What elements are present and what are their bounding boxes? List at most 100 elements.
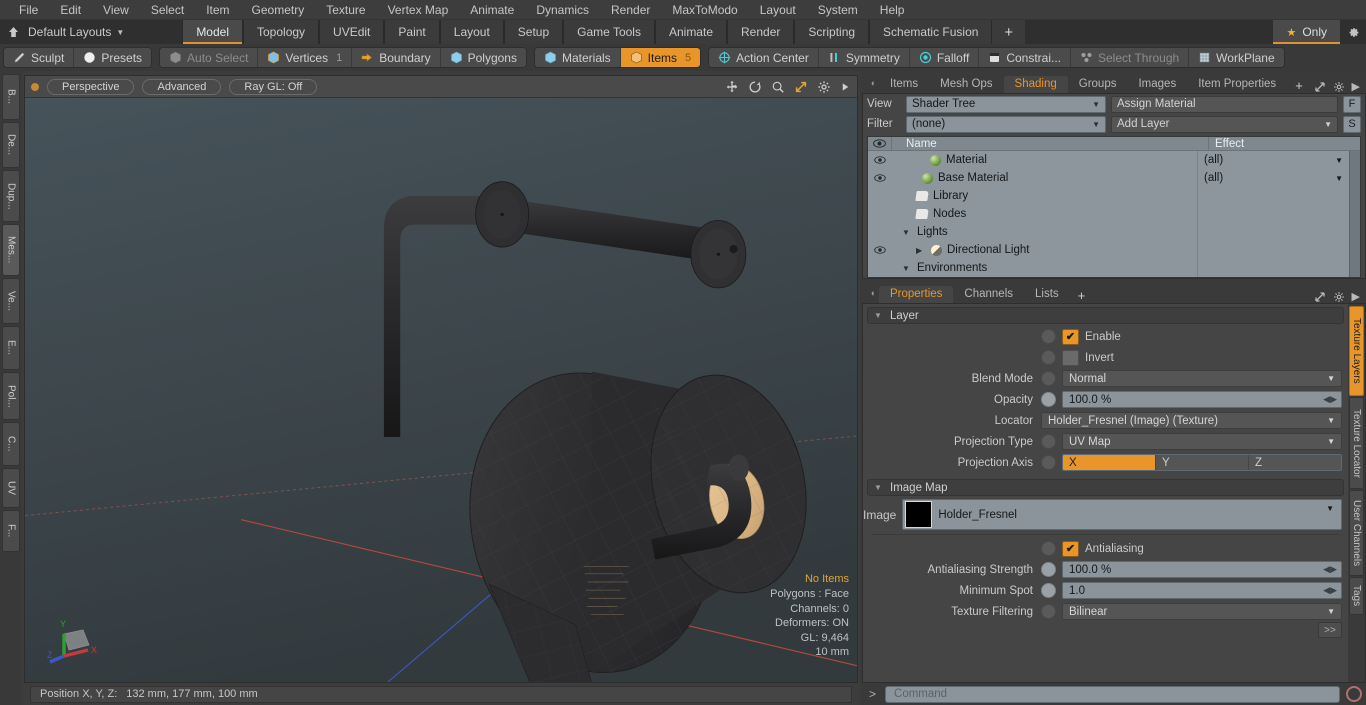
- panel-menu-icon[interactable]: ◖: [866, 73, 879, 93]
- layout-tab-setup[interactable]: Setup: [503, 20, 564, 44]
- invert-knob[interactable]: [1041, 350, 1056, 365]
- tree-row-effect[interactable]: (all) ▼: [1197, 169, 1349, 187]
- expand-icon[interactable]: [1314, 81, 1326, 93]
- fit-icon[interactable]: [794, 80, 808, 94]
- triangle-down-icon[interactable]: ▼: [874, 483, 884, 492]
- minimum-spot-input[interactable]: 1.0 ◀▶: [1062, 582, 1342, 599]
- left-tab-deform[interactable]: De...: [2, 122, 20, 168]
- layout-tab-uvedit[interactable]: UVEdit: [319, 20, 385, 44]
- layout-tab-game-tools[interactable]: Game Tools: [563, 20, 655, 44]
- tree-row-effect[interactable]: (all) ▼: [1197, 151, 1349, 169]
- play-icon[interactable]: [840, 81, 851, 93]
- aa-strength-knob[interactable]: [1041, 562, 1056, 577]
- layout-tab-topology[interactable]: Topology: [243, 20, 320, 44]
- left-tab-vertex[interactable]: Ve...: [2, 278, 20, 324]
- record-icon[interactable]: [1346, 686, 1362, 702]
- tree-row-material[interactable]: Material (all) ▼: [868, 151, 1349, 169]
- enable-knob[interactable]: [1041, 329, 1056, 344]
- antialiasing-checkbox[interactable]: ✔: [1062, 540, 1079, 557]
- properties-gear-icon[interactable]: [1333, 291, 1345, 303]
- texture-filtering-knob[interactable]: [1041, 604, 1056, 619]
- left-tab-curve[interactable]: C...: [2, 422, 20, 466]
- tab-shading[interactable]: Shading: [1003, 76, 1068, 93]
- view-dropdown[interactable]: Shader Tree ▼: [906, 95, 1106, 113]
- constraint-button[interactable]: Constrai...: [979, 48, 1071, 67]
- blend-mode-dropdown[interactable]: Normal ▼: [1062, 370, 1342, 387]
- tree-row-environments[interactable]: ▼ Environments: [868, 259, 1349, 277]
- layout-tab-layout[interactable]: Layout: [439, 20, 504, 44]
- panel-more-icon[interactable]: ▶: [1352, 80, 1360, 93]
- menu-layout[interactable]: Layout: [749, 0, 807, 20]
- only-toggle-button[interactable]: ★ Only: [1273, 20, 1340, 44]
- layout-tab-scripting[interactable]: Scripting: [794, 20, 870, 44]
- menu-maxtomodo[interactable]: MaxToModo: [661, 0, 748, 20]
- left-tab-basic[interactable]: B...: [2, 74, 20, 120]
- menu-item[interactable]: Item: [195, 0, 240, 20]
- right-tab-user-channels[interactable]: User Channels: [1349, 490, 1364, 576]
- menu-animate[interactable]: Animate: [459, 0, 525, 20]
- layout-tab-animate[interactable]: Animate: [654, 20, 727, 44]
- triangle-right-icon[interactable]: ▶: [916, 246, 926, 255]
- minimum-spot-knob[interactable]: [1041, 583, 1056, 598]
- menu-help[interactable]: Help: [869, 0, 916, 20]
- section-image-map[interactable]: ▼ Image Map: [867, 479, 1344, 496]
- filter-dropdown[interactable]: (none) ▼: [906, 115, 1106, 133]
- menu-vertex-map[interactable]: Vertex Map: [377, 0, 460, 20]
- texture-filtering-dropdown[interactable]: Bilinear ▼: [1062, 603, 1342, 620]
- left-tab-duplicate[interactable]: Dup...: [2, 170, 20, 222]
- assign-material-button[interactable]: F: [1343, 95, 1361, 113]
- action-center-button[interactable]: Action Center: [709, 48, 819, 67]
- add-layer-dropdown[interactable]: Add Layer ▼: [1111, 115, 1338, 133]
- tree-row-nodes[interactable]: Nodes: [868, 205, 1349, 223]
- materials-button[interactable]: Materials: [534, 48, 621, 67]
- spinner-icon[interactable]: ◀▶: [1323, 394, 1337, 405]
- add-panel-tab-button[interactable]: +: [1287, 78, 1311, 93]
- assign-material-field[interactable]: Assign Material: [1111, 95, 1338, 113]
- projection-type-dropdown[interactable]: UV Map ▼: [1062, 433, 1342, 450]
- tab-images[interactable]: Images: [1127, 76, 1188, 93]
- left-tab-edge[interactable]: E...: [2, 326, 20, 370]
- left-tab-mesh-edit[interactable]: Mes...: [2, 224, 20, 276]
- opacity-input[interactable]: 100.0 % ◀▶: [1062, 391, 1342, 408]
- shader-tree-scrollbar[interactable]: [1349, 151, 1360, 277]
- tab-channels[interactable]: Channels: [953, 286, 1025, 303]
- menu-geometry[interactable]: Geometry: [241, 0, 316, 20]
- aa-strength-input[interactable]: 100.0 % ◀▶: [1062, 561, 1342, 578]
- command-input[interactable]: Command: [885, 685, 1340, 703]
- viewport-shading-dropdown[interactable]: Advanced: [142, 78, 222, 95]
- menu-render[interactable]: Render: [600, 0, 661, 20]
- layout-tab-model[interactable]: Model: [182, 20, 243, 44]
- menu-dynamics[interactable]: Dynamics: [525, 0, 600, 20]
- symmetry-button[interactable]: Symmetry: [818, 48, 910, 67]
- select-through-button[interactable]: Select Through: [1071, 48, 1190, 67]
- presets-button[interactable]: Presets: [74, 48, 152, 67]
- projection-axis-knob[interactable]: [1041, 455, 1056, 470]
- left-tab-polygon[interactable]: Pol...: [2, 372, 20, 420]
- triangle-down-icon[interactable]: ▼: [874, 311, 884, 320]
- blend-mode-knob[interactable]: [1041, 371, 1056, 386]
- tree-row-library[interactable]: Library: [868, 187, 1349, 205]
- left-tab-uv[interactable]: UV: [2, 468, 20, 508]
- add-layer-button[interactable]: S: [1343, 115, 1361, 133]
- projection-axis-z[interactable]: Z: [1249, 455, 1341, 470]
- panel-gear-icon[interactable]: [1333, 81, 1345, 93]
- eye-icon[interactable]: [868, 169, 892, 187]
- triangle-down-icon[interactable]: ▼: [902, 228, 912, 237]
- sculpt-button[interactable]: Sculpt: [4, 48, 75, 67]
- move-icon[interactable]: [725, 80, 739, 94]
- section-layer[interactable]: ▼ Layer: [867, 307, 1344, 324]
- layout-tab-paint[interactable]: Paint: [384, 20, 440, 44]
- polygons-button[interactable]: Polygons: [440, 48, 526, 67]
- viewport-raygl-dropdown[interactable]: Ray GL: Off: [229, 78, 318, 95]
- tab-item-properties[interactable]: Item Properties: [1187, 76, 1288, 93]
- tab-properties[interactable]: Properties: [879, 286, 954, 303]
- viewport-projection-dropdown[interactable]: Perspective: [47, 78, 135, 95]
- properties-menu-icon[interactable]: ◖: [866, 283, 879, 303]
- enable-checkbox[interactable]: ✔: [1062, 328, 1079, 345]
- tree-row-directional-light[interactable]: ▶ Directional Light: [868, 241, 1349, 259]
- invert-checkbox[interactable]: ✔: [1062, 349, 1079, 366]
- image-dropdown[interactable]: Holder_Fresnel ▼: [902, 499, 1342, 530]
- menu-texture[interactable]: Texture: [315, 0, 376, 20]
- projection-axis-y[interactable]: Y: [1156, 455, 1249, 470]
- menu-edit[interactable]: Edit: [49, 0, 92, 20]
